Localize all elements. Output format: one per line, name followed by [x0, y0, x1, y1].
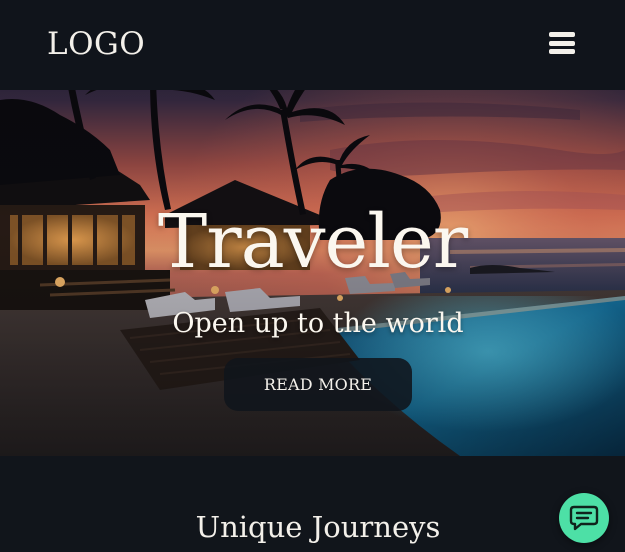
hamburger-menu-icon[interactable]	[549, 32, 575, 54]
section-title: Unique Journeys	[195, 510, 441, 544]
menu-bar-bottom	[549, 49, 575, 54]
page: LOGO Traveler Open up to the world READ …	[0, 0, 625, 552]
menu-bar-top	[549, 32, 575, 37]
logo[interactable]: LOGO	[47, 26, 145, 62]
site-header: LOGO	[0, 0, 625, 90]
hero-subtitle: Open up to the world	[172, 308, 464, 339]
chat-bubble-icon	[569, 505, 599, 531]
chat-button[interactable]	[559, 493, 609, 543]
read-more-button[interactable]: READ MORE	[224, 358, 412, 411]
menu-bar-middle	[549, 40, 575, 46]
hero-title: Traveler	[157, 199, 468, 285]
